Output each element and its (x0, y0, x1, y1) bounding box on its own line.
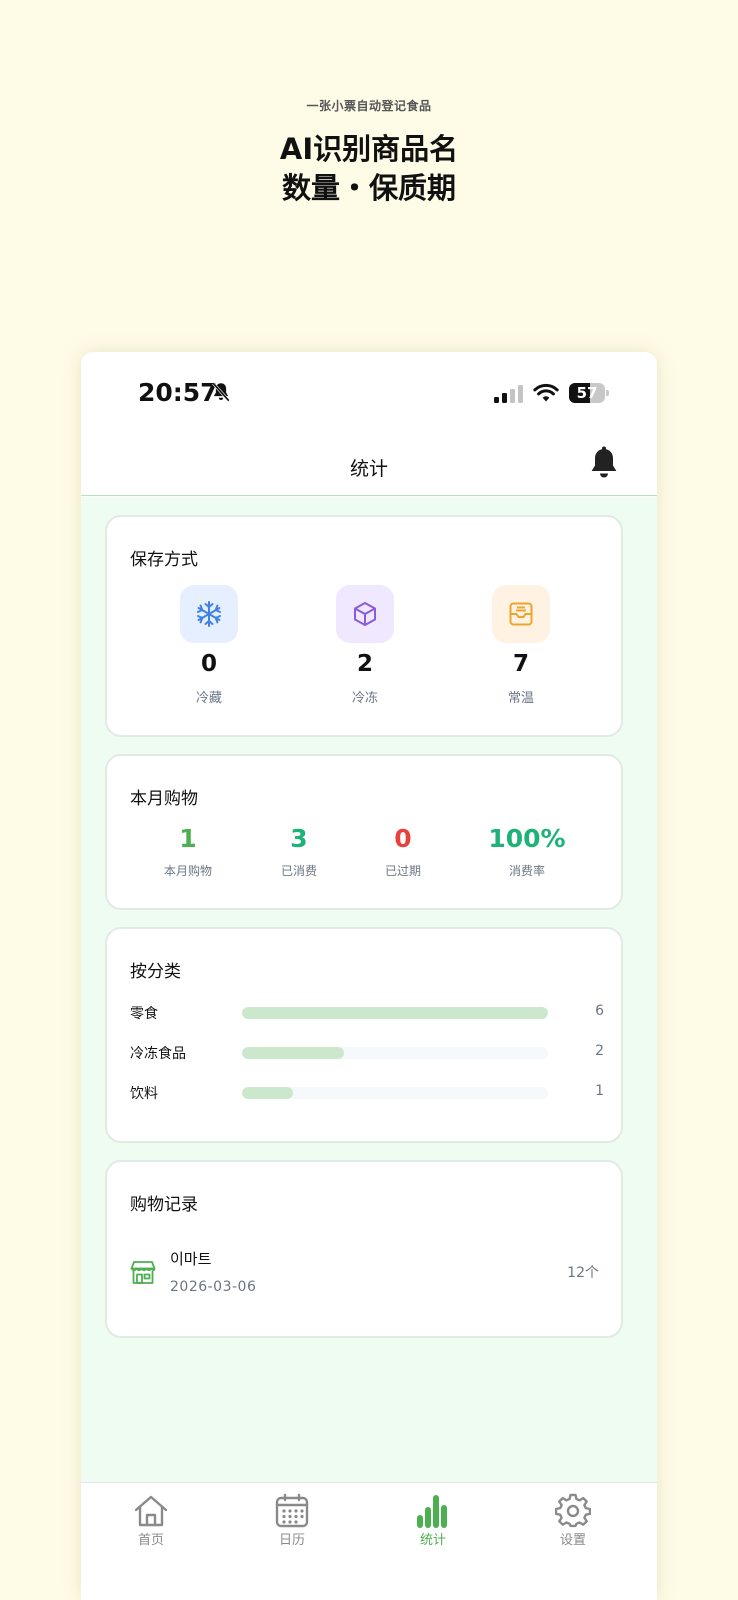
status-time: 20:57 (138, 378, 218, 407)
category-bar-track (242, 1087, 548, 1099)
promo-title-line1: AI识别商品名 (279, 132, 459, 166)
storage-item-refrigerated[interactable]: 0 冷藏 (159, 585, 259, 706)
storage-icon-badge (492, 585, 550, 643)
history-date: 2026-03-06 (170, 1279, 257, 1295)
tab-statistics[interactable]: 统计 (393, 1493, 473, 1548)
promo-subtitle: 一张小票自动登记食品 (306, 99, 432, 113)
monthly-stat-value: 100% (488, 824, 566, 853)
page-header: 统计 (81, 432, 657, 496)
battery-level-text: 57 (576, 384, 598, 402)
monthly-stat-purchased: 1 本月购物 (133, 824, 243, 879)
phone-screen: 20:57 57 统计 保存方式 0 冷藏 2 冷冻 7 常温 本月购物 1 本… (81, 352, 657, 1600)
history-item-count: 12个 (567, 1265, 599, 1281)
stats-content: 保存方式 0 冷藏 2 冷冻 7 常温 本月购物 1 本月购物 3 已消费 0 … (81, 497, 657, 1482)
storage-value: 7 (512, 651, 529, 677)
storage-label: 冷冻 (351, 691, 378, 706)
inbox-icon (509, 602, 533, 626)
monthly-stat-consumed: 3 已消费 (244, 824, 354, 879)
home-icon (134, 1495, 168, 1527)
monthly-stat-expired: 0 已过期 (348, 824, 458, 879)
tab-settings[interactable]: 设置 (533, 1493, 613, 1548)
category-bar-fill (242, 1087, 294, 1099)
cube-icon (354, 602, 376, 626)
wifi-icon (533, 383, 559, 402)
storage-card-title: 保存方式 (130, 550, 198, 570)
category-row[interactable]: 零食 6 (130, 1001, 604, 1025)
page-title: 统计 (349, 458, 388, 480)
bell-off-icon (212, 382, 230, 402)
storage-card: 保存方式 0 冷藏 2 冷冻 7 常温 (105, 515, 623, 737)
tab-calendar[interactable]: 日历 (252, 1493, 332, 1548)
storage-value: 0 (200, 651, 217, 677)
category-bar-track (242, 1047, 548, 1059)
storage-icon-badge (180, 585, 238, 643)
category-card-title: 按分类 (130, 962, 181, 982)
storage-item-room-temperature[interactable]: 7 常温 (471, 585, 571, 706)
monthly-stat-value: 3 (290, 824, 308, 853)
monthly-stat-label: 本月购物 (163, 864, 212, 878)
category-bar-fill (242, 1047, 344, 1059)
category-row[interactable]: 饮料 1 (130, 1081, 604, 1105)
category-count: 1 (595, 1083, 604, 1099)
storage-label: 冷藏 (195, 691, 222, 706)
store-icon (130, 1261, 156, 1284)
storage-icon-badge (336, 585, 394, 643)
cellular-signal-icon (494, 385, 523, 403)
promo-title-line2: 数量・保质期 (281, 171, 456, 205)
storage-label: 常温 (507, 691, 534, 706)
monthly-stat-value: 1 (179, 824, 197, 853)
monthly-stat-value: 0 (394, 824, 412, 853)
storage-value: 2 (356, 651, 373, 677)
tab-label: 统计 (419, 1533, 446, 1548)
monthly-shopping-card: 本月购物 1 本月购物 3 已消费 0 已过期 100% 消费率 (105, 754, 623, 910)
settings-icon (555, 1493, 591, 1528)
category-name: 零食 (130, 1006, 158, 1022)
calendar-icon (275, 1493, 309, 1528)
battery-indicator: 57 (569, 383, 609, 403)
monthly-stat-consumption-rate: 100% 消费率 (472, 824, 582, 879)
promo-title: AI识别商品名 数量・保质期 (0, 130, 738, 208)
snowflake-icon (197, 601, 221, 627)
bar-chart-icon (417, 1495, 447, 1528)
monthly-stat-label: 消费率 (508, 864, 545, 878)
notification-bell-icon[interactable] (589, 446, 619, 480)
category-bar-track (242, 1007, 548, 1019)
bottom-tab-bar: 首页 日历 统计 设置 (81, 1482, 657, 1600)
shopping-history-card: 购物记录 이마트 2026-03-06 12个 (105, 1160, 623, 1338)
history-store-name[interactable]: 이마트 (170, 1248, 211, 1269)
monthly-stat-label: 已过期 (384, 864, 421, 878)
category-count: 6 (595, 1003, 604, 1019)
history-card-title: 购物记录 (130, 1195, 198, 1215)
category-bar-fill (242, 1007, 548, 1019)
monthly-stat-label: 已消费 (280, 864, 317, 878)
tab-home[interactable]: 首页 (111, 1493, 191, 1548)
tab-label: 日历 (278, 1533, 305, 1548)
status-bar: 20:57 57 (81, 352, 657, 432)
tab-label: 首页 (137, 1533, 164, 1548)
category-count: 2 (595, 1043, 604, 1059)
category-name: 冷冻食品 (130, 1046, 186, 1062)
category-row[interactable]: 冷冻食品 2 (130, 1041, 604, 1065)
storage-item-frozen[interactable]: 2 冷冻 (315, 585, 415, 706)
category-name: 饮料 (130, 1086, 158, 1102)
monthly-card-title: 本月购物 (130, 789, 198, 809)
category-card: 按分类 零食 6 冷冻食品 2 饮料 1 (105, 927, 623, 1143)
tab-label: 设置 (559, 1533, 586, 1548)
